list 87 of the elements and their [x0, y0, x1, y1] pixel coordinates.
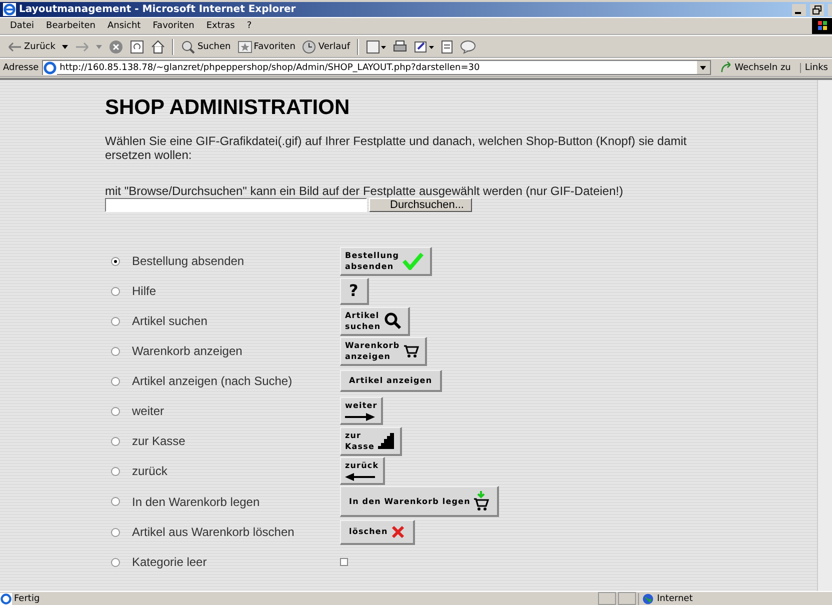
- refresh-icon[interactable]: [130, 40, 144, 54]
- shop-button-image: Artikel suchen: [340, 306, 410, 336]
- page-icon: [42, 60, 57, 74]
- radio-button[interactable]: [111, 466, 120, 476]
- go-button[interactable]: Wechseln zu: [714, 61, 797, 74]
- left-arrow-icon: [345, 473, 375, 481]
- back-button[interactable]: Zurück: [8, 42, 56, 52]
- radio-button[interactable]: [111, 316, 120, 326]
- menu-item[interactable]: Bearbeiten: [46, 21, 96, 31]
- back-arrow-icon[interactable]: [8, 42, 22, 52]
- option-label: Kategorie leer: [132, 555, 208, 569]
- browse-button[interactable]: Durchsuchen...: [369, 198, 472, 212]
- option-label: Artikel aus Warenkorb löschen: [132, 525, 296, 539]
- checkmark-icon: [402, 252, 424, 270]
- intro-text: Wählen Sie eine GIF-Grafikdatei(.gif) auf Ihrer Festplatte und danach, welchen Shop-Button (Knopf) sie damit ersetzen wollen:: [105, 134, 688, 162]
- shop-button-image: In den Warenkorb legen: [340, 486, 500, 517]
- radio-button[interactable]: [111, 376, 120, 386]
- menu-item[interactable]: ?: [246, 21, 252, 31]
- cart-icon: [402, 344, 419, 358]
- right-arrow-icon: [345, 413, 375, 421]
- security-zone: Internet: [657, 594, 693, 604]
- window-title: Layoutmanagement - Microsoft Internet Explorer: [19, 4, 296, 15]
- option-label: Artikel anzeigen (nach Suche): [132, 374, 294, 388]
- radio-button[interactable]: [111, 558, 120, 566]
- minimize-icon[interactable]: [792, 4, 806, 16]
- status-text: Fertig: [14, 594, 40, 604]
- stop-icon[interactable]: [109, 40, 124, 54]
- mail-icon[interactable]: [366, 40, 386, 54]
- dropdown-icon[interactable]: [62, 44, 68, 48]
- star-icon[interactable]: [238, 40, 252, 52]
- empty-image-icon: [340, 558, 348, 566]
- status-pane: [618, 592, 636, 605]
- option-label: Artikel suchen: [132, 314, 208, 328]
- favorites-button[interactable]: Favoriten: [238, 40, 296, 52]
- radio-button[interactable]: [111, 406, 120, 416]
- search-icon[interactable]: [181, 40, 196, 54]
- option-label: Bestellung absenden: [132, 254, 246, 268]
- upload-hint: mit "Browse/Durchsuchen" kann ein Bild auf der Festplatte ausgewählt werden (nur GIF-Dateien!): [105, 184, 624, 198]
- document-icon[interactable]: [441, 40, 454, 54]
- shop-button-image: zurück: [340, 457, 385, 485]
- cart-icon: [473, 491, 490, 511]
- dropdown-button[interactable]: [696, 61, 710, 74]
- scrollbar[interactable]: [817, 80, 832, 591]
- radio-button[interactable]: [111, 528, 120, 536]
- status-pane: [598, 592, 616, 605]
- links-button[interactable]: Links: [800, 62, 832, 72]
- radio-button[interactable]: [111, 497, 120, 506]
- speech-bubble-icon[interactable]: [460, 40, 476, 54]
- magnifier-icon: [384, 312, 402, 330]
- radio-button[interactable]: [111, 286, 120, 296]
- file-input[interactable]: [105, 198, 367, 212]
- restore-icon[interactable]: [810, 4, 824, 16]
- globe-icon: [642, 592, 654, 604]
- option-label: Warenkorb anzeigen: [132, 344, 244, 358]
- shop-button-image: Bestellung absenden: [340, 246, 432, 276]
- cross-icon: [390, 524, 405, 538]
- address-label: Adresse: [3, 62, 39, 72]
- edit-icon[interactable]: [414, 40, 434, 54]
- print-icon[interactable]: [393, 40, 408, 54]
- menu-item[interactable]: Extras: [206, 21, 235, 31]
- menu-item[interactable]: Ansicht: [107, 21, 141, 31]
- shop-button-image: zur Kasse: [340, 426, 402, 456]
- option-label: zur Kasse: [132, 434, 186, 448]
- shop-button-image: Artikel anzeigen: [340, 370, 442, 392]
- option-label: zurück: [132, 464, 168, 478]
- clock-icon[interactable]: [302, 40, 316, 54]
- curved-arrow-icon[interactable]: [720, 61, 733, 74]
- radio-button[interactable]: [111, 436, 120, 446]
- menu-item[interactable]: Favoriten: [152, 21, 194, 31]
- option-label: Hilfe: [132, 284, 158, 298]
- option-label: In den Warenkorb legen: [132, 494, 261, 508]
- home-icon[interactable]: [151, 40, 166, 54]
- windows-logo-icon: [812, 18, 832, 34]
- option-label: weiter: [132, 404, 166, 418]
- address-field[interactable]: http://160.85.138.78/~glanzret/phpeppershop/shop/Admin/SHOP_LAYOUT.php?darstellen=30: [42, 60, 711, 75]
- history-button[interactable]: Verlauf: [302, 40, 350, 54]
- search-button[interactable]: Suchen: [181, 40, 231, 54]
- shop-button-image: weiter: [340, 397, 384, 425]
- radio-button[interactable]: [111, 256, 120, 266]
- dropdown-icon[interactable]: [700, 66, 706, 70]
- stairs-icon: [378, 432, 394, 448]
- menu-item[interactable]: Datei: [10, 21, 34, 31]
- radio-button[interactable]: [111, 346, 120, 356]
- page-heading: SHOP ADMINISTRATION: [105, 96, 351, 120]
- shop-button-image: ?: [340, 278, 369, 304]
- shop-button-image: Warenkorb anzeigen: [340, 336, 427, 366]
- shop-button-image: löschen: [340, 520, 415, 544]
